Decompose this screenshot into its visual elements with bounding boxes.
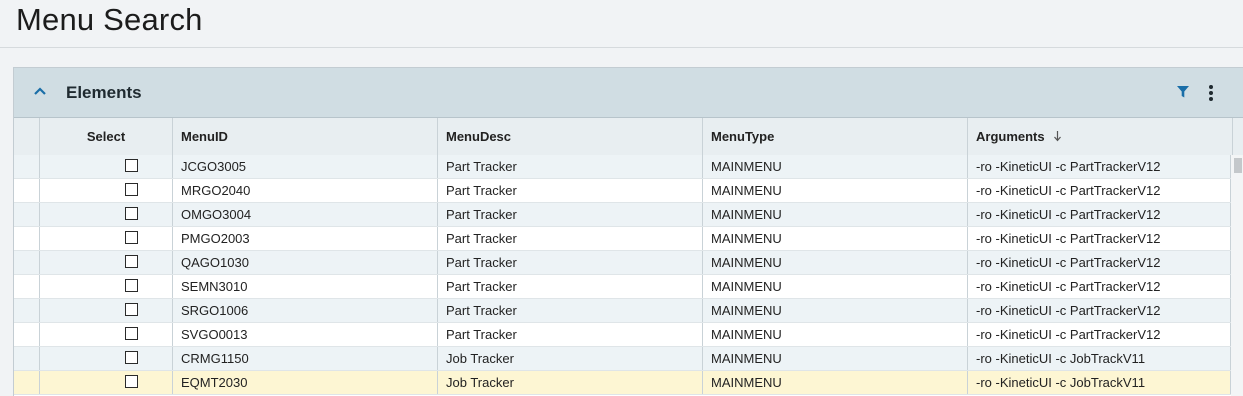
- menuid-cell: SEMN3010: [173, 275, 438, 298]
- menutype-cell: MAINMENU: [703, 275, 968, 298]
- select-checkbox[interactable]: [125, 279, 138, 292]
- table-row[interactable]: SEMN3010 Part Tracker MAINMENU -ro -Kinetic…: [14, 275, 1231, 299]
- menudesc-cell: Part Tracker: [438, 203, 703, 226]
- column-header-select[interactable]: Select: [40, 118, 173, 155]
- panel-title: Elements: [66, 83, 142, 102]
- row-indicator[interactable]: [14, 275, 40, 298]
- select-checkbox[interactable]: [125, 303, 138, 316]
- menuid-cell: SRGO1006: [173, 299, 438, 322]
- select-cell: [40, 299, 173, 322]
- menudesc-cell: Part Tracker: [438, 299, 703, 322]
- grid-header: Select MenuID MenuDesc MenuType Argument…: [14, 118, 1243, 156]
- menuid-cell: EQMT2030: [173, 371, 438, 394]
- row-indicator[interactable]: [14, 323, 40, 346]
- select-cell: [40, 227, 173, 250]
- title-divider: [0, 47, 1243, 48]
- select-checkbox[interactable]: [125, 183, 138, 196]
- menudesc-cell: Part Tracker: [438, 251, 703, 274]
- column-header-arguments-label: Arguments: [976, 129, 1045, 144]
- table-row[interactable]: PMGO2003 Part Tracker MAINMENU -ro -Kinetic…: [14, 227, 1231, 251]
- menutype-cell: MAINMENU: [703, 179, 968, 202]
- row-indicator[interactable]: [14, 179, 40, 202]
- select-checkbox[interactable]: [125, 159, 138, 172]
- menuid-cell: PMGO2003: [173, 227, 438, 250]
- menudesc-cell: Job Tracker: [438, 347, 703, 370]
- table-row[interactable]: OMGO3004 Part Tracker MAINMENU -ro -Kinetic…: [14, 203, 1231, 227]
- table-row[interactable]: EQMT2030 Job Tracker MAINMENU -ro -KineticU…: [14, 371, 1231, 395]
- menutype-cell: MAINMENU: [703, 347, 968, 370]
- select-cell: [40, 155, 173, 178]
- select-cell: [40, 251, 173, 274]
- select-cell: [40, 371, 173, 394]
- menutype-cell: MAINMENU: [703, 203, 968, 226]
- row-indicator[interactable]: [14, 251, 40, 274]
- menuid-cell: SVGO0013: [173, 323, 438, 346]
- column-header-menudesc[interactable]: MenuDesc: [438, 118, 703, 155]
- arguments-cell: -ro -KineticUI -c PartTrackerV12: [968, 251, 1231, 274]
- arguments-cell: -ro -KineticUI -c PartTrackerV12: [968, 299, 1231, 322]
- table-row[interactable]: CRMG1150 Job Tracker MAINMENU -ro -KineticU…: [14, 347, 1231, 371]
- select-cell: [40, 179, 173, 202]
- menutype-cell: MAINMENU: [703, 371, 968, 394]
- row-indicator[interactable]: [14, 227, 40, 250]
- scrollbar-thumb[interactable]: [1234, 158, 1242, 173]
- select-cell: [40, 347, 173, 370]
- table-row[interactable]: SVGO0013 Part Tracker MAINMENU -ro -Kinetic…: [14, 323, 1231, 347]
- menuid-cell: JCGO3005: [173, 155, 438, 178]
- page-title: Menu Search: [16, 2, 203, 37]
- select-checkbox[interactable]: [125, 327, 138, 340]
- menudesc-cell: Part Tracker: [438, 155, 703, 178]
- menudesc-cell: Part Tracker: [438, 323, 703, 346]
- menutype-cell: MAINMENU: [703, 323, 968, 346]
- menudesc-cell: Job Tracker: [438, 371, 703, 394]
- menutype-cell: MAINMENU: [703, 299, 968, 322]
- elements-panel: Elements Select MenuID MenuDesc MenuType…: [13, 67, 1243, 396]
- arguments-cell: -ro -KineticUI -c PartTrackerV12: [968, 203, 1231, 226]
- select-checkbox[interactable]: [125, 231, 138, 244]
- menutype-cell: MAINMENU: [703, 251, 968, 274]
- vertical-scrollbar[interactable]: [1231, 155, 1243, 396]
- select-cell: [40, 275, 173, 298]
- row-indicator[interactable]: [14, 203, 40, 226]
- column-header-arguments[interactable]: Arguments: [968, 118, 1233, 155]
- filter-icon[interactable]: [1176, 85, 1190, 99]
- arguments-cell: -ro -KineticUI -c JobTrackV11: [968, 347, 1231, 370]
- select-checkbox[interactable]: [125, 375, 138, 388]
- arguments-cell: -ro -KineticUI -c PartTrackerV12: [968, 179, 1231, 202]
- row-indicator[interactable]: [14, 347, 40, 370]
- table-row[interactable]: SRGO1006 Part Tracker MAINMENU -ro -Kinetic…: [14, 299, 1231, 323]
- menudesc-cell: Part Tracker: [438, 275, 703, 298]
- arguments-cell: -ro -KineticUI -c PartTrackerV12: [968, 155, 1231, 178]
- select-checkbox[interactable]: [125, 351, 138, 364]
- select-checkbox[interactable]: [125, 255, 138, 268]
- arguments-cell: -ro -KineticUI -c JobTrackV11: [968, 371, 1231, 394]
- row-indicator[interactable]: [14, 371, 40, 394]
- kebab-menu-icon[interactable]: [1204, 84, 1218, 102]
- row-indicator[interactable]: [14, 299, 40, 322]
- menuid-cell: QAGO1030: [173, 251, 438, 274]
- menutype-cell: MAINMENU: [703, 227, 968, 250]
- table-row[interactable]: MRGO2040 Part Tracker MAINMENU -ro -Kinetic…: [14, 179, 1231, 203]
- arguments-cell: -ro -KineticUI -c PartTrackerV12: [968, 323, 1231, 346]
- chevron-up-icon[interactable]: [32, 83, 48, 99]
- column-header-menuid[interactable]: MenuID: [173, 118, 438, 155]
- menuid-cell: OMGO3004: [173, 203, 438, 226]
- menudesc-cell: Part Tracker: [438, 227, 703, 250]
- select-cell: [40, 323, 173, 346]
- arguments-cell: -ro -KineticUI -c PartTrackerV12: [968, 275, 1231, 298]
- menuid-cell: CRMG1150: [173, 347, 438, 370]
- menutype-cell: MAINMENU: [703, 155, 968, 178]
- select-cell: [40, 203, 173, 226]
- arguments-cell: -ro -KineticUI -c PartTrackerV12: [968, 227, 1231, 250]
- column-header-menutype[interactable]: MenuType: [703, 118, 968, 155]
- table-row[interactable]: QAGO1030 Part Tracker MAINMENU -ro -Kinetic…: [14, 251, 1231, 275]
- select-checkbox[interactable]: [125, 207, 138, 220]
- row-indicator-header: [14, 118, 40, 155]
- menuid-cell: MRGO2040: [173, 179, 438, 202]
- menudesc-cell: Part Tracker: [438, 179, 703, 202]
- panel-header: Elements: [14, 68, 1243, 118]
- row-indicator[interactable]: [14, 155, 40, 178]
- arrow-down-icon: [1053, 131, 1061, 142]
- table-row[interactable]: JCGO3005 Part Tracker MAINMENU -ro -Kinetic…: [14, 155, 1231, 179]
